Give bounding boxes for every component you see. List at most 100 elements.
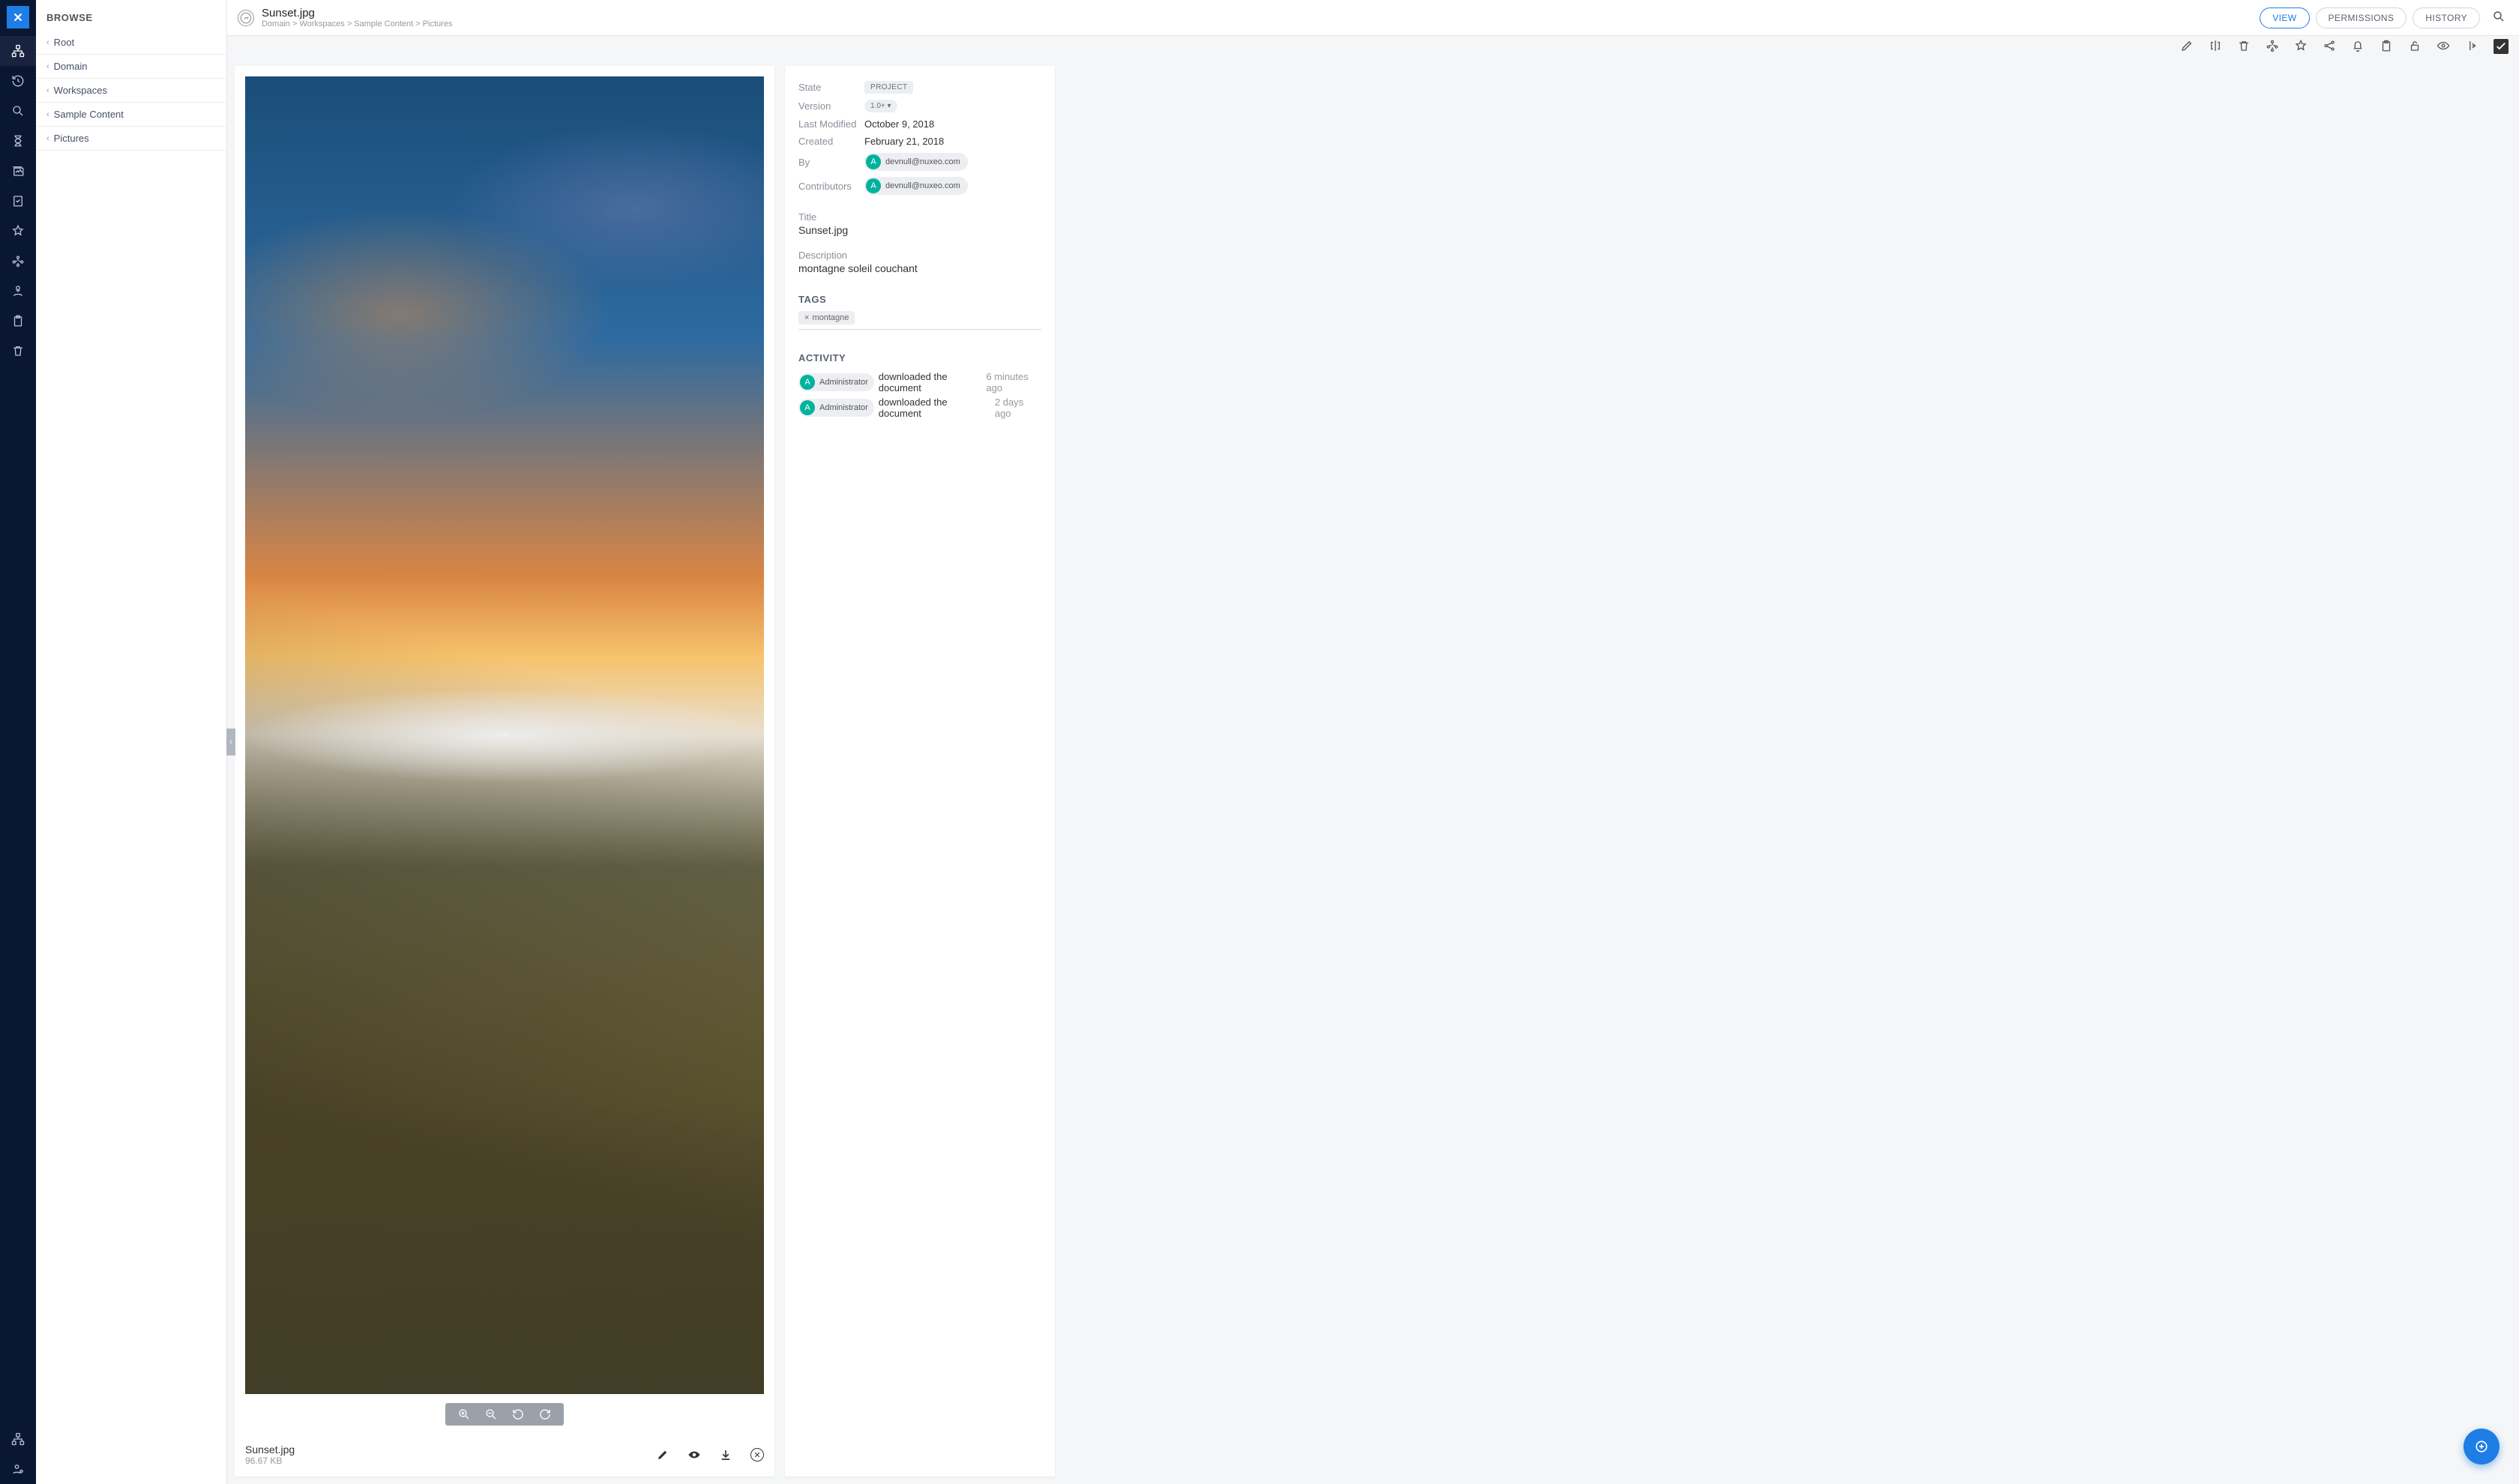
preview-card: Sunset.jpg 96.67 KB ✕ bbox=[235, 66, 774, 1477]
expired-icon[interactable] bbox=[0, 126, 36, 156]
lock-icon[interactable] bbox=[2408, 39, 2422, 54]
tree-item-label: Root bbox=[54, 37, 74, 48]
add-to-collection-icon[interactable] bbox=[2266, 39, 2279, 54]
tree-item-label: Domain bbox=[54, 61, 88, 72]
activity-when: 2 days ago bbox=[995, 396, 1041, 419]
clipboard-action-icon[interactable] bbox=[2380, 39, 2393, 54]
app-logo[interactable] bbox=[7, 6, 29, 28]
file-preview-icon[interactable] bbox=[687, 1448, 701, 1462]
chevron-left-icon: ‹ bbox=[46, 110, 49, 119]
tag-input-underline[interactable] bbox=[798, 329, 1041, 330]
chevron-left-icon: ‹ bbox=[46, 86, 49, 95]
file-download-icon[interactable] bbox=[719, 1448, 732, 1462]
tree-item-workspaces[interactable]: ‹Workspaces bbox=[36, 79, 226, 103]
title-label: Title bbox=[798, 211, 1041, 223]
state-label: State bbox=[798, 82, 864, 93]
trash-icon[interactable] bbox=[0, 336, 36, 366]
activity-user-chip[interactable]: AAdministrator bbox=[798, 399, 874, 417]
created-value: February 21, 2018 bbox=[864, 136, 944, 147]
activity-row: AAdministrator downloaded the document 2… bbox=[798, 395, 1041, 420]
tree-item-pictures[interactable]: ‹ Pictures bbox=[36, 127, 226, 151]
tree-item-label: Pictures bbox=[54, 133, 89, 144]
modified-label: Last Modified bbox=[798, 118, 864, 130]
user-settings-icon[interactable] bbox=[0, 1454, 36, 1484]
info-card: StatePROJECT Version1.0+ ▾ Last Modified… bbox=[785, 66, 1055, 1477]
nav-rail bbox=[0, 0, 36, 1484]
rotate-right-icon[interactable] bbox=[538, 1408, 552, 1421]
personal-icon[interactable] bbox=[0, 276, 36, 306]
author-chip[interactable]: Adevnull@nuxeo.com bbox=[864, 153, 968, 171]
edit-icon[interactable] bbox=[2180, 39, 2194, 54]
created-label: Created bbox=[798, 136, 864, 147]
activity-action: downloaded the document bbox=[879, 371, 982, 393]
delete-icon[interactable] bbox=[2237, 39, 2251, 54]
tag-chip[interactable]: ×montagne bbox=[798, 311, 855, 325]
document-toolbar bbox=[227, 36, 2519, 58]
tab-permissions[interactable]: PERMISSIONS bbox=[2316, 7, 2407, 28]
tree-item-label: Sample Content bbox=[54, 109, 124, 120]
avatar: A bbox=[866, 154, 881, 169]
activity-user-chip[interactable]: AAdministrator bbox=[798, 373, 874, 391]
topbar: Sunset.jpg Domain > Workspaces > Sample … bbox=[227, 0, 2519, 36]
export-icon[interactable] bbox=[2465, 39, 2479, 54]
state-badge: PROJECT bbox=[864, 81, 913, 94]
description-label: Description bbox=[798, 250, 1041, 261]
share-icon[interactable] bbox=[2323, 39, 2336, 54]
favorite-icon[interactable] bbox=[2294, 39, 2308, 54]
zoom-in-icon[interactable] bbox=[457, 1408, 471, 1421]
avatar: A bbox=[866, 178, 881, 193]
document-title: Sunset.jpg bbox=[262, 7, 452, 19]
version-label: Version bbox=[798, 100, 864, 112]
chevron-left-icon: ‹ bbox=[46, 134, 49, 143]
tab-history[interactable]: HISTORY bbox=[2413, 7, 2480, 28]
file-remove-icon[interactable]: ✕ bbox=[750, 1448, 764, 1462]
modified-value: October 9, 2018 bbox=[864, 118, 934, 130]
contributor-chip[interactable]: Adevnull@nuxeo.com bbox=[864, 177, 968, 195]
alert-icon[interactable] bbox=[2351, 39, 2365, 54]
breadcrumb[interactable]: Domain > Workspaces > Sample Content > P… bbox=[262, 19, 452, 28]
collections-icon[interactable] bbox=[0, 246, 36, 276]
favorites-icon[interactable] bbox=[0, 216, 36, 246]
activity-when: 6 minutes ago bbox=[986, 371, 1041, 393]
create-button[interactable] bbox=[2464, 1429, 2500, 1465]
search-icon[interactable] bbox=[2492, 10, 2506, 25]
contributors-label: Contributors bbox=[798, 181, 864, 192]
avatar: A bbox=[800, 400, 815, 415]
sidebar-collapse-handle[interactable]: ‹ bbox=[226, 729, 235, 755]
compare-icon[interactable] bbox=[2209, 39, 2222, 54]
tags-header: TAGS bbox=[798, 294, 1041, 305]
activity-row: AAdministrator downloaded the document 6… bbox=[798, 370, 1041, 395]
version-selector[interactable]: 1.0+ ▾ bbox=[864, 100, 897, 112]
file-name: Sunset.jpg bbox=[245, 1444, 295, 1456]
file-edit-icon[interactable] bbox=[656, 1448, 669, 1462]
activity-header: ACTIVITY bbox=[798, 352, 1041, 364]
sidebar-header: BROWSE bbox=[36, 0, 226, 31]
rotate-left-icon[interactable] bbox=[511, 1408, 525, 1421]
assets-icon[interactable] bbox=[0, 156, 36, 186]
tree-item-domain[interactable]: ‹ Domain bbox=[36, 55, 226, 79]
image-preview[interactable] bbox=[245, 76, 764, 1394]
chevron-left-icon: ‹ bbox=[46, 38, 49, 47]
zoom-out-icon[interactable] bbox=[484, 1408, 498, 1421]
select-icon[interactable] bbox=[2494, 39, 2509, 54]
clipboard-icon[interactable] bbox=[0, 306, 36, 336]
tree-item-root[interactable]: ‹ Root bbox=[36, 31, 226, 55]
browse-sidebar: BROWSE ‹ Root ‹ Domain ‹Workspaces ‹ Sample… bbox=[36, 0, 227, 1484]
description-value: montagne soleil couchant bbox=[798, 262, 1041, 274]
activity-action: downloaded the document bbox=[879, 396, 990, 419]
tag-remove-icon[interactable]: × bbox=[804, 313, 809, 322]
file-actions: ✕ bbox=[656, 1448, 764, 1462]
file-size: 96.67 KB bbox=[245, 1456, 295, 1466]
recent-icon[interactable] bbox=[0, 66, 36, 96]
browse-icon[interactable] bbox=[0, 36, 36, 66]
image-controls bbox=[445, 1403, 564, 1426]
preview-icon[interactable] bbox=[2437, 39, 2450, 54]
chevron-left-icon: ‹ bbox=[46, 62, 49, 71]
search-nav-icon[interactable] bbox=[0, 96, 36, 126]
admin-icon[interactable] bbox=[0, 1424, 36, 1454]
tab-view[interactable]: VIEW bbox=[2260, 7, 2309, 28]
main: Sunset.jpg Domain > Workspaces > Sample … bbox=[227, 0, 2519, 1484]
tree-item-sample-content[interactable]: ‹ Sample Content bbox=[36, 103, 226, 127]
tasks-icon[interactable] bbox=[0, 186, 36, 216]
document-type-icon bbox=[238, 10, 254, 26]
